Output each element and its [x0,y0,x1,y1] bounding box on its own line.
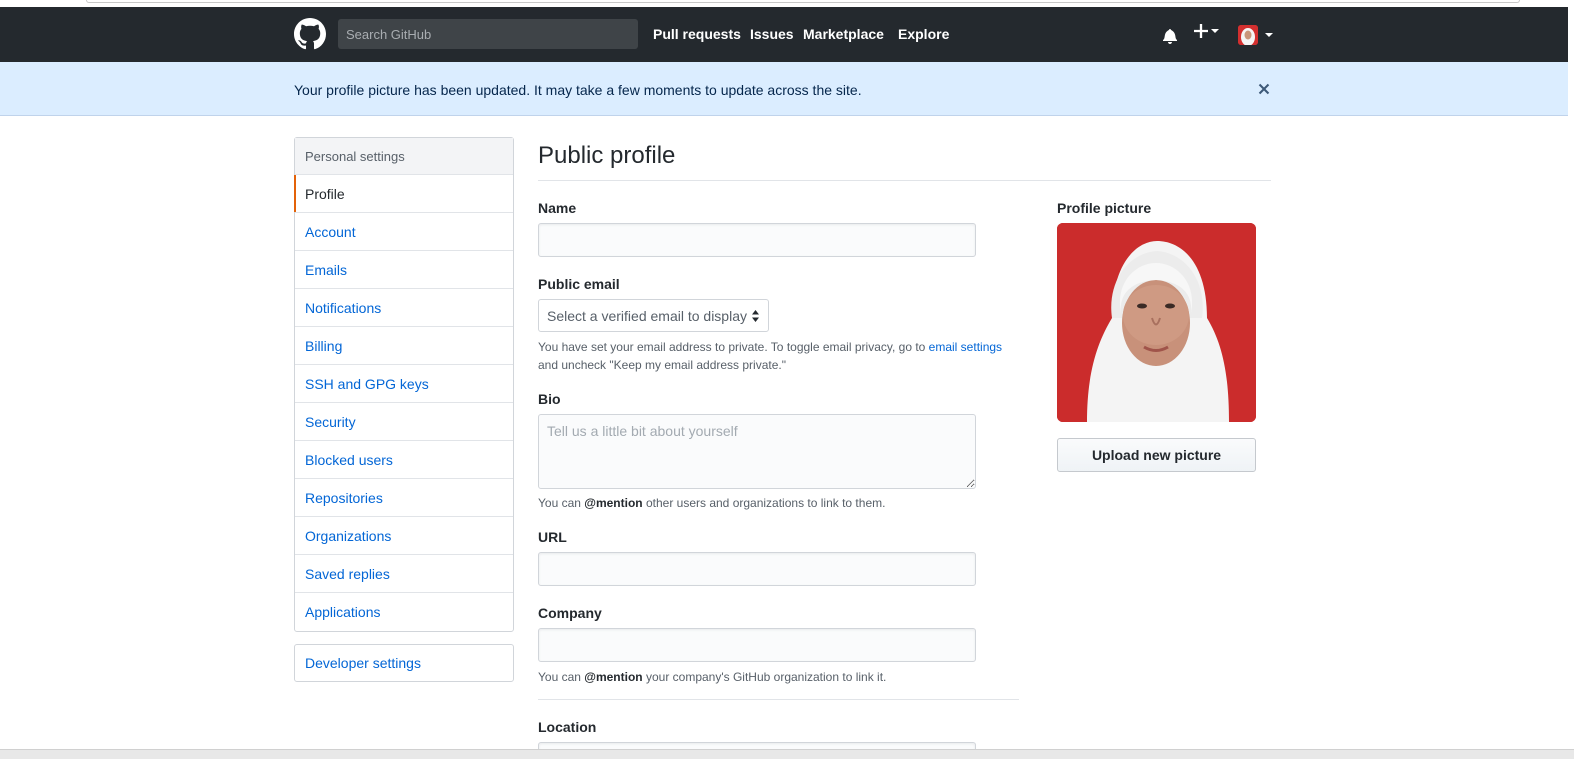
nav-issues[interactable]: Issues [750,26,794,42]
bio-note-pre: You can [538,496,585,510]
location-label: Location [538,719,597,735]
sidebar-item-account[interactable]: Account [295,213,513,251]
profile-picture-label: Profile picture [1057,200,1152,216]
settings-sidebar: Personal settings Profile Account Emails… [294,137,514,632]
github-logo-icon[interactable] [294,18,326,50]
avatar-chevron-down-icon[interactable] [1265,33,1273,37]
url-field[interactable] [538,552,976,586]
sidebar-item-developer-settings[interactable]: Developer settings [295,645,513,681]
profile-picture [1057,223,1256,422]
sidebar-item-repositories[interactable]: Repositories [295,479,513,517]
flash-message: Your profile picture has been updated. I… [294,82,862,98]
name-label: Name [538,200,577,216]
sidebar-item-ssh-gpg-keys[interactable]: SSH and GPG keys [295,365,513,403]
bio-textarea[interactable] [538,414,976,489]
public-email-label: Public email [538,276,620,292]
create-new-dropdown[interactable] [1194,22,1219,39]
email-settings-link[interactable]: email settings [929,340,1002,354]
close-icon[interactable] [1256,81,1272,97]
developer-settings-box: Developer settings [294,644,514,682]
url-label: URL [538,529,567,545]
sidebar-item-security[interactable]: Security [295,403,513,441]
plus-icon [1194,24,1208,39]
sidebar-heading: Personal settings [295,138,513,175]
company-note-pre: You can [538,670,585,684]
page-title: Public profile [538,142,676,169]
browser-frame-edge [86,0,1520,3]
bio-note-post: other users and organizations to link to… [642,496,886,510]
bio-note-mention: @mention [584,496,643,510]
horizontal-scrollbar[interactable] [0,749,1574,759]
email-privacy-note: You have set your email address to priva… [538,338,1002,374]
company-label: Company [538,605,602,621]
company-note: You can @mention your company's GitHub o… [538,668,886,686]
email-note-text-2: and uncheck "Keep my email address priva… [538,358,786,372]
site-header: Pull requests Issues Marketplace Explore [0,7,1568,62]
select-arrows-icon [752,310,759,322]
bio-label: Bio [538,391,561,407]
search-input[interactable] [338,19,638,49]
chevron-down-icon [1211,29,1219,34]
title-divider [538,180,1271,181]
company-field[interactable] [538,628,976,662]
right-gutter [1568,7,1574,749]
company-note-mention: @mention [584,670,643,684]
profile-photo [1057,223,1256,422]
sidebar-item-organizations[interactable]: Organizations [295,517,513,555]
upload-new-picture-button[interactable]: Upload new picture [1057,438,1256,472]
flash-notice: Your profile picture has been updated. I… [0,62,1568,116]
sidebar-item-billing[interactable]: Billing [295,327,513,365]
nav-marketplace[interactable]: Marketplace [803,26,884,42]
nav-pull-requests[interactable]: Pull requests [653,26,741,42]
form-divider [538,699,1019,700]
sidebar-item-blocked-users[interactable]: Blocked users [295,441,513,479]
sidebar-item-notifications[interactable]: Notifications [295,289,513,327]
user-avatar[interactable] [1238,25,1258,45]
bio-note: You can @mention other users and organiz… [538,494,885,512]
bell-icon[interactable] [1162,28,1178,44]
sidebar-item-saved-replies[interactable]: Saved replies [295,555,513,593]
public-email-select[interactable]: Select a verified email to display [538,299,769,332]
sidebar-item-applications[interactable]: Applications [295,593,513,631]
email-note-text: You have set your email address to priva… [538,340,929,354]
sidebar-item-profile[interactable]: Profile [294,175,513,213]
avatar-photo [1238,25,1258,45]
name-field[interactable] [538,223,976,257]
public-email-selected: Select a verified email to display [547,308,747,324]
sidebar-item-emails[interactable]: Emails [295,251,513,289]
nav-explore[interactable]: Explore [898,26,949,42]
company-note-post: your company's GitHub organization to li… [642,670,887,684]
browser-top-strip [0,0,1574,7]
